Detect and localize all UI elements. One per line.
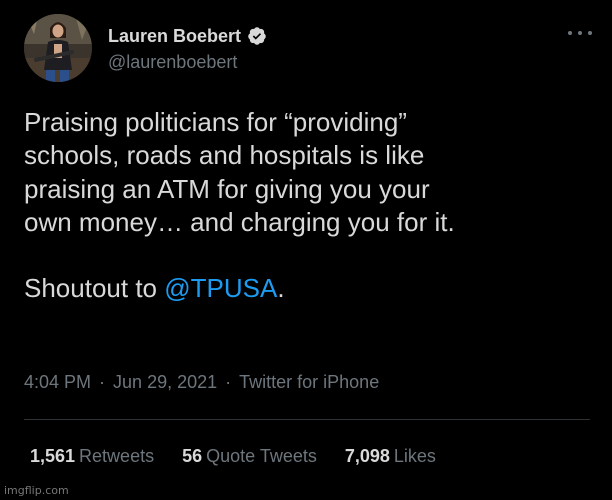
meta-separator: · bbox=[99, 372, 106, 392]
shoutout-line: Shoutout to @TPUSA. bbox=[24, 272, 594, 305]
tweet-text-line: Praising politicians for “providing” bbox=[24, 107, 407, 137]
meta-separator: · bbox=[225, 372, 232, 392]
likes-count: 7,098 bbox=[344, 446, 390, 466]
tweet-date[interactable]: Jun 29, 2021 bbox=[113, 372, 217, 393]
author-block: Lauren Boebert @laurenboebert bbox=[108, 24, 267, 73]
tweet-text-line: schools, roads and hospitals is like bbox=[24, 140, 425, 171]
tweet-stats: 1,561 Retweets 56 Quote Tweets 7,098 Likes bbox=[30, 446, 464, 467]
tweet-time[interactable]: 4:04 PM bbox=[24, 372, 91, 393]
display-name[interactable]: Lauren Boebert bbox=[108, 26, 241, 47]
retweets-stat[interactable]: 1,561 Retweets bbox=[30, 446, 154, 467]
shoutout-prefix: Shoutout to bbox=[24, 273, 165, 304]
watermark: imgflip.com bbox=[4, 484, 69, 497]
retweets-count: 1,561 bbox=[30, 446, 76, 466]
shoutout-suffix: . bbox=[277, 273, 285, 304]
likes-label: Likes bbox=[393, 446, 436, 466]
tweet-text-line: own money… and charging you for it. bbox=[24, 206, 455, 237]
tweet-meta: 4:04 PM · Jun 29, 2021 · Twitter for iPh… bbox=[24, 372, 379, 393]
quote-tweets-count: 56 bbox=[182, 446, 203, 466]
likes-stat[interactable]: 7,098 Likes bbox=[345, 446, 436, 467]
tweet-card: Lauren Boebert @laurenboebert Praising p… bbox=[0, 0, 612, 500]
quote-tweets-stat[interactable]: 56 Quote Tweets bbox=[182, 446, 317, 467]
author-handle[interactable]: @laurenboebert bbox=[108, 52, 267, 73]
tweet-text: Praising politicians for “providing” sch… bbox=[24, 106, 594, 305]
more-dots-icon[interactable] bbox=[568, 28, 592, 38]
more-dot bbox=[568, 31, 572, 35]
profile-photo-avatar-icon bbox=[24, 14, 92, 82]
mention-link[interactable]: @TPUSA bbox=[164, 273, 277, 303]
more-dot bbox=[588, 31, 592, 35]
verified-badge-icon bbox=[247, 26, 267, 46]
quote-tweets-label: Quote Tweets bbox=[206, 446, 317, 466]
retweets-label: Retweets bbox=[79, 446, 155, 466]
more-dot bbox=[578, 31, 582, 35]
tweet-source-link[interactable]: Twitter for iPhone bbox=[239, 372, 379, 393]
divider bbox=[24, 419, 590, 420]
tweet-header: Lauren Boebert @laurenboebert bbox=[24, 14, 594, 84]
name-row: Lauren Boebert bbox=[108, 24, 267, 48]
avatar[interactable] bbox=[24, 14, 92, 82]
tweet-text-line: praising an ATM for giving you your bbox=[24, 173, 430, 204]
